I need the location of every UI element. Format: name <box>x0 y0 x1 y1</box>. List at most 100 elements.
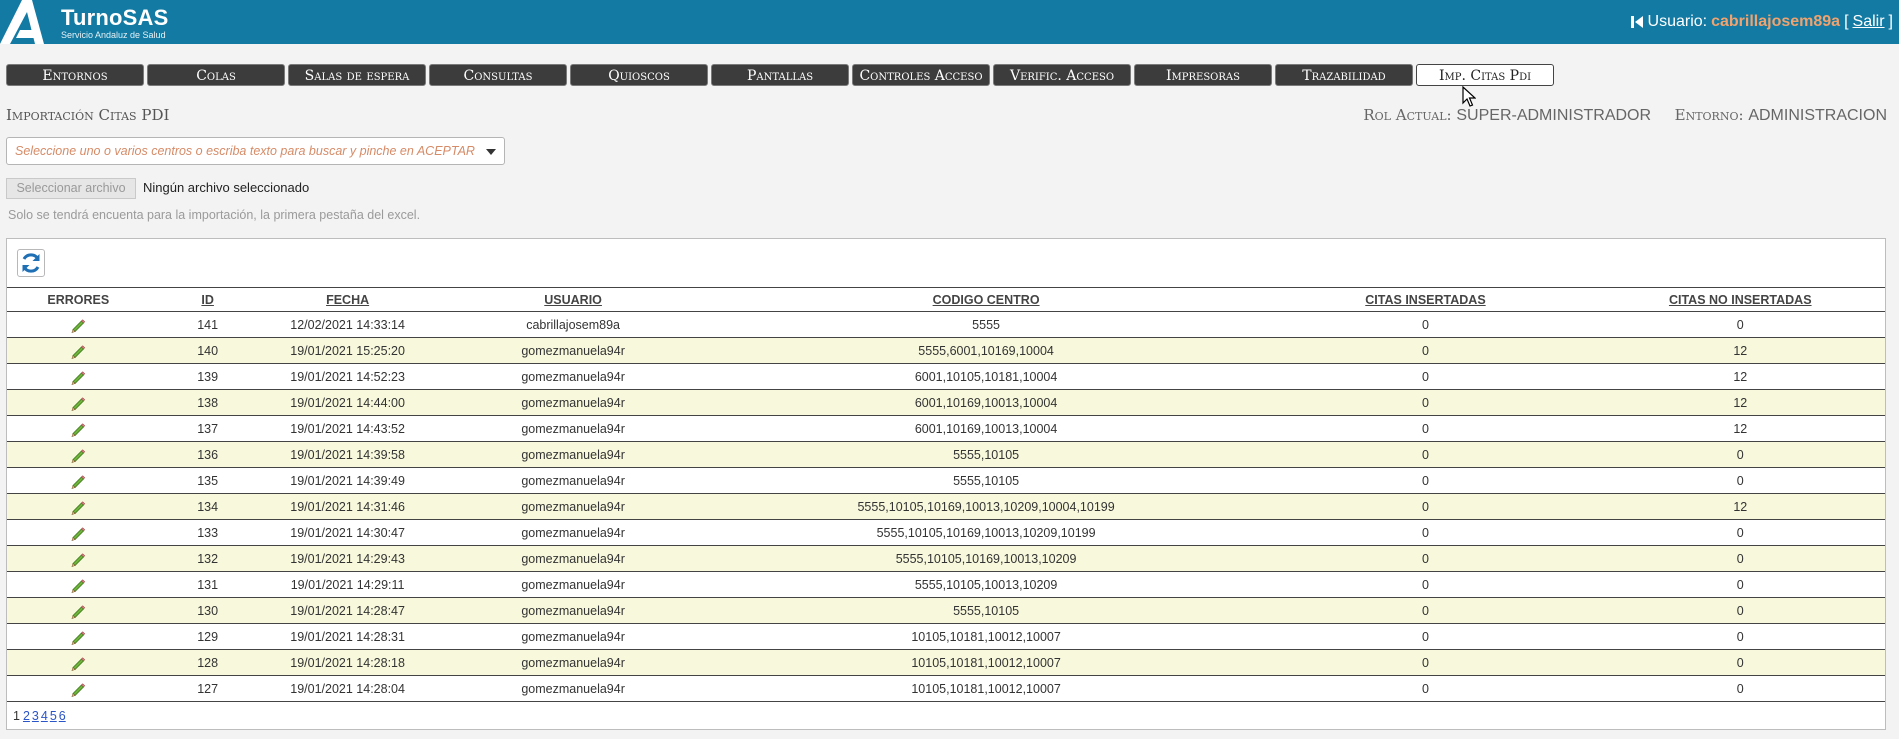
citas-insertadas-cell: 0 <box>1255 623 1596 650</box>
citas-insertadas-cell: 0 <box>1255 493 1596 520</box>
tab-quioscos[interactable]: Quioscos <box>570 64 708 86</box>
pagination-page-4[interactable]: 4 <box>41 709 48 723</box>
column-header-usuario[interactable]: USUARIO <box>429 287 717 312</box>
citas-no-insertadas-cell: 0 <box>1595 623 1885 650</box>
pencil-icon[interactable] <box>70 603 86 619</box>
tab-salas-de-espera[interactable]: Salas de espera <box>288 64 426 86</box>
column-header-citas-insertadas[interactable]: CITAS INSERTADAS <box>1255 287 1596 312</box>
usuario-cell: gomezmanuela94r <box>429 649 717 676</box>
citas-insertadas-cell: 0 <box>1255 675 1596 702</box>
user-name: cabrillajosem89a <box>1711 13 1841 30</box>
tab-controles-acceso[interactable]: Controles Acceso <box>852 64 990 86</box>
codigo-centro-cell: 5555 <box>716 311 1256 338</box>
id-cell: 136 <box>149 441 266 468</box>
pencil-icon[interactable] <box>70 681 86 697</box>
id-cell: 138 <box>149 389 266 416</box>
pencil-icon[interactable] <box>70 421 86 437</box>
usuario-cell: gomezmanuela94r <box>429 363 717 390</box>
fecha-cell: 19/01/2021 14:39:58 <box>265 441 430 468</box>
imports-grid-panel: ERRORES ID FECHA USUARIO CODIGO CENTRO C… <box>6 238 1886 730</box>
table-row: 127 19/01/2021 14:28:04 gomezmanuela94r 101… <box>7 675 1885 702</box>
usuario-cell: gomezmanuela94r <box>429 675 717 702</box>
pencil-icon[interactable] <box>70 655 86 671</box>
table-row: 139 19/01/2021 14:52:23 gomezmanuela94r 600… <box>7 363 1885 390</box>
citas-no-insertadas-cell: 0 <box>1595 519 1885 546</box>
pagination-page-2[interactable]: 2 <box>23 709 30 723</box>
pagination-page-3[interactable]: 3 <box>32 709 39 723</box>
table-row: 134 19/01/2021 14:31:46 gomezmanuela94r 555… <box>7 493 1885 520</box>
tab-impresoras[interactable]: Impresoras <box>1134 64 1272 86</box>
pencil-icon[interactable] <box>70 499 86 515</box>
table-body: 141 12/02/2021 14:33:14 cabrillajosem89a 55… <box>7 311 1885 702</box>
errores-cell <box>7 389 150 416</box>
column-header-codigo-centro[interactable]: CODIGO CENTRO <box>716 287 1256 312</box>
pencil-icon[interactable] <box>70 473 86 489</box>
citas-no-insertadas-cell: 0 <box>1595 649 1885 676</box>
usuario-cell: gomezmanuela94r <box>429 519 717 546</box>
tab-imp-citas-pdi[interactable]: Imp. Citas Pdi <box>1416 64 1554 86</box>
pencil-icon[interactable] <box>70 369 86 385</box>
imports-table: ERRORES ID FECHA USUARIO CODIGO CENTRO C… <box>7 287 1885 702</box>
tab-colas[interactable]: Colas <box>147 64 285 86</box>
column-header-fecha[interactable]: FECHA <box>265 287 430 312</box>
column-header-id[interactable]: ID <box>149 287 266 312</box>
chevron-down-icon[interactable] <box>486 149 496 155</box>
pagination-page-5[interactable]: 5 <box>50 709 57 723</box>
centers-select[interactable]: Seleccione uno o varios centros o escrib… <box>6 137 505 165</box>
usuario-cell: gomezmanuela94r <box>429 415 717 442</box>
usuario-cell: cabrillajosem89a <box>429 311 717 338</box>
errores-cell <box>7 467 150 494</box>
fecha-cell: 19/01/2021 14:28:04 <box>265 675 430 702</box>
pencil-icon[interactable] <box>70 317 86 333</box>
tab-trazabilidad[interactable]: Trazabilidad <box>1275 64 1413 86</box>
tab-consultas[interactable]: Consultas <box>429 64 567 86</box>
logout-bracket-open: [ <box>1844 13 1849 30</box>
pencil-icon[interactable] <box>70 343 86 359</box>
pencil-icon[interactable] <box>70 525 86 541</box>
user-area: Usuario: cabrillajosem89a [Salir] <box>1630 12 1893 32</box>
usuario-cell: gomezmanuela94r <box>429 597 717 624</box>
pencil-icon[interactable] <box>70 629 86 645</box>
pagination-page-6[interactable]: 6 <box>59 709 66 723</box>
codigo-centro-cell: 10105,10181,10012,10007 <box>716 623 1256 650</box>
codigo-centro-cell: 5555,6001,10169,10004 <box>716 337 1256 364</box>
logout-link[interactable]: Salir <box>1853 13 1885 31</box>
pencil-icon[interactable] <box>70 577 86 593</box>
usuario-cell: gomezmanuela94r <box>429 467 717 494</box>
pencil-icon[interactable] <box>70 447 86 463</box>
citas-insertadas-cell: 0 <box>1255 467 1596 494</box>
citas-no-insertadas-cell: 0 <box>1595 467 1885 494</box>
id-cell: 135 <box>149 467 266 494</box>
codigo-centro-cell: 10105,10181,10012,10007 <box>716 675 1256 702</box>
pencil-icon[interactable] <box>70 551 86 567</box>
table-row: 135 19/01/2021 14:39:49 gomezmanuela94r 555… <box>7 467 1885 494</box>
refresh-button[interactable] <box>17 249 45 277</box>
citas-no-insertadas-cell: 12 <box>1595 363 1885 390</box>
id-cell: 134 <box>149 493 266 520</box>
errores-cell <box>7 519 150 546</box>
errores-cell <box>7 415 150 442</box>
environment-value: ADMINISTRACION <box>1748 107 1887 124</box>
fecha-cell: 19/01/2021 14:30:47 <box>265 519 430 546</box>
id-cell: 129 <box>149 623 266 650</box>
citas-no-insertadas-cell: 0 <box>1595 441 1885 468</box>
id-cell: 133 <box>149 519 266 546</box>
id-cell: 132 <box>149 545 266 572</box>
choose-file-button[interactable]: Seleccionar archivo <box>6 178 136 199</box>
pencil-icon[interactable] <box>70 395 86 411</box>
errores-cell <box>7 363 150 390</box>
citas-no-insertadas-cell: 12 <box>1595 415 1885 442</box>
role-label: Rol Actual: <box>1363 106 1452 124</box>
citas-no-insertadas-cell: 12 <box>1595 337 1885 364</box>
id-cell: 139 <box>149 363 266 390</box>
column-header-citas-no-insertadas[interactable]: CITAS NO INSERTADAS <box>1595 287 1885 312</box>
fecha-cell: 19/01/2021 14:39:49 <box>265 467 430 494</box>
refresh-icon <box>22 253 40 273</box>
codigo-centro-cell: 5555,10105,10169,10013,10209 <box>716 545 1256 572</box>
tab-entornos[interactable]: Entornos <box>6 64 144 86</box>
tab-pantallas[interactable]: Pantallas <box>711 64 849 86</box>
fecha-cell: 19/01/2021 14:43:52 <box>265 415 430 442</box>
usuario-cell: gomezmanuela94r <box>429 337 717 364</box>
tab-verific-acceso[interactable]: Verific. Acceso <box>993 64 1131 86</box>
table-row: 133 19/01/2021 14:30:47 gomezmanuela94r 555… <box>7 519 1885 546</box>
